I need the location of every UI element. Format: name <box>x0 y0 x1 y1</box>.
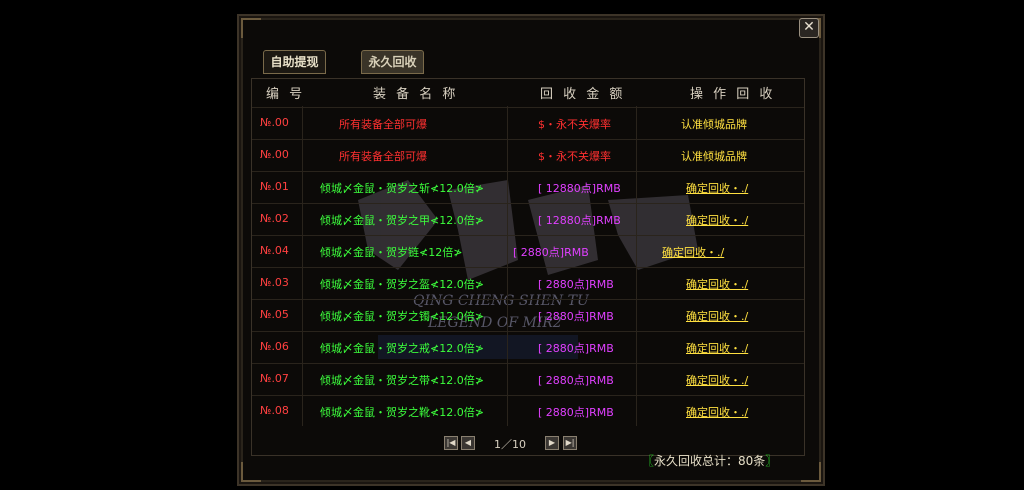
recycle-amount: [ 2880点]RMB <box>538 310 614 323</box>
confirm-recycle-link[interactable]: 确定回收・./ <box>686 308 748 324</box>
next-page-icon[interactable]: ▶ <box>545 436 559 450</box>
tab-self-withdraw[interactable]: 自助提现 <box>263 50 326 74</box>
recycle-amount: [ 2880点]RMB <box>538 374 614 387</box>
item-name: 倾城〆金鼠・贺岁之带≮12.0倍≯ <box>320 374 484 387</box>
row-number: №.08 <box>260 404 289 417</box>
item-name: 倾城〆金鼠・贺岁之盔≮12.0倍≯ <box>320 278 484 291</box>
recycle-total: 〖永久回收总计：80条〗 <box>642 452 777 469</box>
row-number: №.06 <box>260 340 289 353</box>
row-number: №.05 <box>260 308 289 321</box>
bracket-right: 〗 <box>765 454 778 468</box>
recycle-amount: $・永不关爆率 <box>538 118 611 131</box>
prev-page-icon[interactable]: ◀ <box>461 436 475 450</box>
recycle-amount: [ 2880点]RMB <box>513 246 589 259</box>
tab-permanent-recycle[interactable]: 永久回收 <box>361 50 424 74</box>
recycle-amount: [ 2880点]RMB <box>538 342 614 355</box>
frame-corner <box>801 462 821 482</box>
confirm-recycle-link[interactable]: 确定回收・./ <box>686 404 748 420</box>
confirm-recycle-link[interactable]: 确定回收・./ <box>686 372 748 388</box>
confirm-recycle-link[interactable]: 确定回收・./ <box>686 212 748 228</box>
header-amount: 回 收 金 额 <box>540 87 626 102</box>
item-name: 所有装备全部可爆 <box>339 150 427 163</box>
item-name: 倾城〆金鼠・贺岁之戒≮12.0倍≯ <box>320 342 484 355</box>
item-name: 所有装备全部可爆 <box>339 118 427 131</box>
row-number: №.00 <box>260 148 289 161</box>
first-page-icon[interactable]: |◀ <box>444 436 458 450</box>
recycle-total-text: 永久回收总计：80条 <box>654 454 766 468</box>
confirm-recycle-link[interactable]: 确定回收・./ <box>686 180 748 196</box>
header-operation: 操 作 回 收 <box>690 87 776 102</box>
item-name: 倾城〆金鼠・贺岁之甲≮12.0倍≯ <box>320 214 484 227</box>
item-name: 倾城〆金鼠・贺岁之斩≮12.0倍≯ <box>320 182 484 195</box>
row-number: №.00 <box>260 116 289 129</box>
recycle-amount: $・永不关爆率 <box>538 150 611 163</box>
confirm-recycle-link[interactable]: 确定回收・./ <box>686 340 748 356</box>
item-name: 倾城〆金鼠・贺岁之镯≮12.0倍≯ <box>320 310 484 323</box>
brand-notice: 认准倾城品牌 <box>681 150 747 163</box>
item-name: 倾城〆金鼠・贺岁链≮12倍≯ <box>320 246 463 259</box>
recycle-amount: [ 2880点]RMB <box>538 406 614 419</box>
recycle-amount: [ 12880点]RMB <box>538 214 621 227</box>
bracket-left: 〖 <box>642 454 655 468</box>
close-x-icon[interactable]: ✕ <box>799 18 819 38</box>
brand-notice: 认准倾城品牌 <box>681 118 747 131</box>
header-number: 编 号 <box>266 87 306 102</box>
item-name: 倾城〆金鼠・贺岁之靴≮12.0倍≯ <box>320 406 484 419</box>
row-number: №.02 <box>260 212 289 225</box>
row-number: №.07 <box>260 372 289 385</box>
row-number: №.04 <box>260 244 289 257</box>
confirm-recycle-link[interactable]: 确定回收・./ <box>662 244 724 260</box>
confirm-recycle-link[interactable]: 确定回收・./ <box>686 276 748 292</box>
row-number: №.03 <box>260 276 289 289</box>
last-page-icon[interactable]: ▶| <box>563 436 577 450</box>
frame-corner <box>241 18 261 38</box>
row-number: №.01 <box>260 180 289 193</box>
page-indicator: 1／10 <box>494 438 526 451</box>
recycle-amount: [ 12880点]RMB <box>538 182 621 195</box>
frame-corner <box>241 462 261 482</box>
header-item-name: 装 备 名 称 <box>373 87 459 102</box>
recycle-amount: [ 2880点]RMB <box>538 278 614 291</box>
